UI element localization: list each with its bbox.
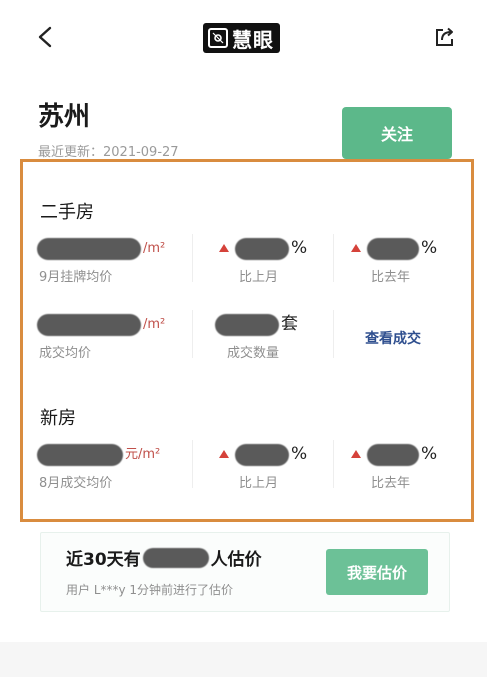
deal-count-value: 套: [215, 306, 298, 336]
estimate-button[interactable]: 我要估价: [326, 549, 428, 595]
second-hand-yoy-value: %: [351, 230, 437, 260]
estimate-subtitle: 用户 L***y 1分钟前进行了估价: [66, 583, 234, 597]
estimate-card: 近30天有 人估价 用户 L***y 1分钟前进行了估价 我要估价: [40, 532, 450, 612]
new-house-price-value: 元/m²: [37, 436, 160, 466]
logo-text: 慧眼: [232, 27, 274, 52]
second-hand-title: 二手房: [40, 202, 94, 223]
share-button[interactable]: [430, 22, 460, 52]
logo-icon: [208, 28, 228, 48]
second-hand-mom-value: %: [219, 230, 307, 260]
update-label: 最近更新：: [38, 145, 104, 160]
deal-count-cell: 套 成交数量: [215, 306, 325, 366]
trend-up-icon: [351, 450, 361, 458]
city-name: 苏州: [38, 102, 91, 132]
divider: [333, 234, 334, 282]
trend-up-icon: [219, 244, 229, 252]
update-date: 2021-09-27: [103, 145, 179, 160]
second-hand-yoy-label: 比去年: [371, 270, 411, 285]
app-logo: 慧眼: [203, 23, 280, 53]
deal-price-unit: /m²: [143, 317, 166, 332]
estimate-title-suffix: 人估价: [210, 550, 262, 570]
divider: [192, 234, 193, 282]
last-update: 最近更新：2021-09-27: [38, 141, 179, 160]
share-icon: [436, 27, 453, 46]
new-house-yoy-label: 比去年: [371, 476, 411, 491]
new-house-mom-value: %: [219, 436, 307, 466]
trend-up-icon: [219, 450, 229, 458]
listing-price-label: 9月挂牌均价: [39, 270, 113, 285]
new-house-title: 新房: [40, 408, 76, 429]
chevron-left-icon: [38, 26, 52, 48]
redacted-value: [37, 238, 141, 260]
deal-price-cell: /m² 成交均价: [37, 306, 197, 366]
new-house-yoy-cell: % 比去年: [351, 436, 461, 496]
view-deals-link[interactable]: 查看成交: [365, 328, 421, 348]
deal-count-label: 成交数量: [227, 346, 280, 361]
new-house-yoy-suffix: %: [421, 444, 438, 464]
second-hand-yoy-cell: % 比去年: [351, 230, 461, 290]
new-house-mom-suffix: %: [291, 444, 308, 464]
deal-price-value: /m²: [37, 306, 165, 336]
redacted-value: [142, 547, 209, 568]
listing-price-value: /m²: [37, 230, 165, 260]
trend-up-icon: [351, 244, 361, 252]
divider: [192, 440, 193, 488]
redacted-value: [37, 444, 123, 466]
redacted-value: [235, 444, 289, 466]
redacted-value: [367, 238, 419, 260]
follow-button[interactable]: 关注: [342, 107, 452, 159]
second-hand-mom-label: 比上月: [239, 270, 279, 285]
listing-price-cell: /m² 9月挂牌均价: [37, 230, 197, 290]
divider: [192, 310, 193, 358]
deal-price-label: 成交均价: [39, 346, 92, 361]
redacted-value: [215, 314, 279, 336]
listing-price-unit: /m²: [143, 241, 166, 256]
new-house-price-unit: 元/m²: [125, 447, 161, 462]
redacted-value: [37, 314, 141, 336]
deal-count-suffix: 套: [281, 314, 298, 334]
new-house-mom-cell: % 比上月: [219, 436, 329, 496]
new-house-price-label: 8月成交均价: [39, 476, 113, 491]
second-hand-yoy-suffix: %: [421, 238, 438, 258]
divider: [333, 440, 334, 488]
top-bar: 慧眼: [0, 0, 487, 76]
new-house-mom-label: 比上月: [239, 476, 279, 491]
redacted-value: [367, 444, 419, 466]
new-house-price-cell: 元/m² 8月成交均价: [37, 436, 197, 496]
new-house-yoy-value: %: [351, 436, 437, 466]
estimate-title-prefix: 近30天有: [66, 550, 141, 570]
estimate-title: 近30天有 人估价: [66, 545, 262, 570]
second-hand-mom-cell: % 比上月: [219, 230, 329, 290]
second-hand-mom-suffix: %: [291, 238, 308, 258]
redacted-value: [235, 238, 289, 260]
market-stats-panel: 二手房 /m² 9月挂牌均价 % 比上月 % 比去年 /m² 成交均价 套 成交…: [20, 159, 474, 522]
back-button[interactable]: [30, 22, 60, 52]
bottom-strip: [0, 642, 487, 677]
divider: [333, 310, 334, 358]
